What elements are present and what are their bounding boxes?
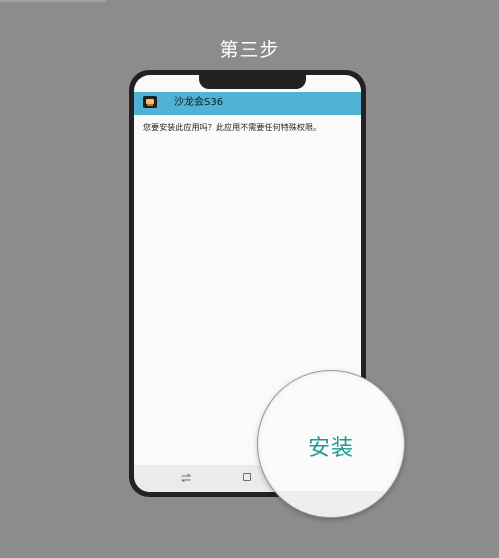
install-prompt: 您要安装此应用吗？此应用不需要任何特殊权限。 [143,123,322,132]
top-divider [0,0,106,2]
install-button[interactable]: 安装 [258,430,404,462]
app-icon [143,96,157,108]
back-icon[interactable] [180,473,192,483]
home-square-icon[interactable] [243,473,251,481]
app-name: 沙龙会S36 [174,97,224,108]
magnifier-circle: 安装 [258,371,404,517]
app-header-bar: 沙龙会S36 [134,92,361,115]
step-title: 第三步 [219,39,280,61]
magnifier-bottom-bar [258,491,404,517]
phone-notch [199,75,306,89]
